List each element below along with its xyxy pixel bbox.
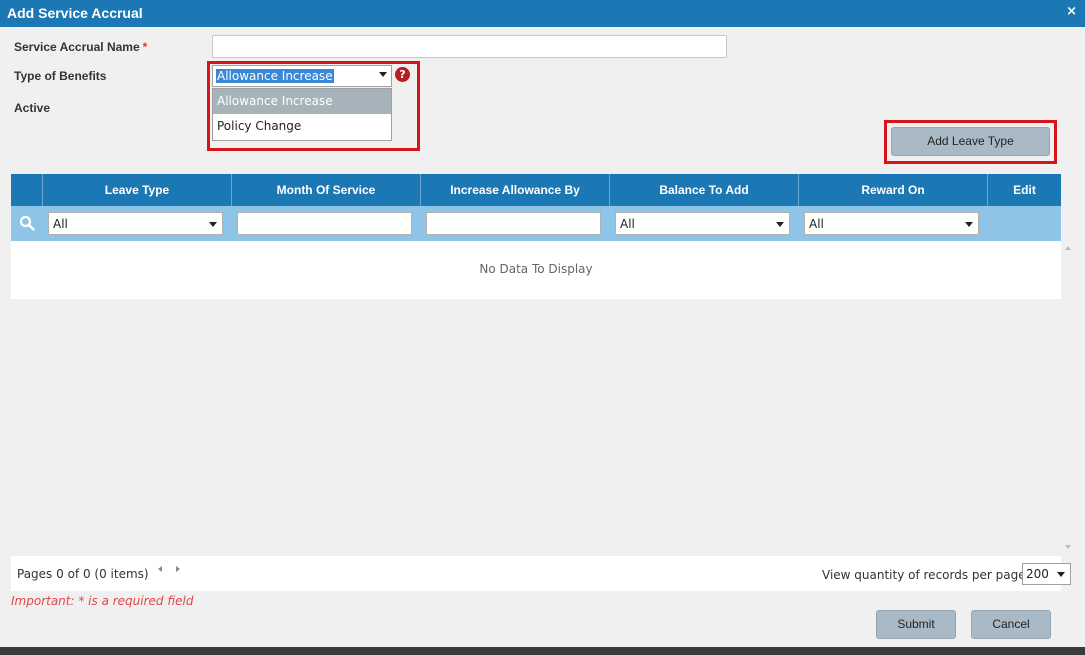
scroll-down-arrow-icon[interactable] xyxy=(1065,545,1071,549)
column-edit[interactable]: Edit xyxy=(987,174,1061,206)
grid-pager: Pages 0 of 0 (0 items) View quantity of … xyxy=(11,556,1071,591)
grid-header: Leave Type Month Of Service Increase All… xyxy=(11,174,1061,206)
no-data-message: No Data To Display xyxy=(479,262,593,276)
required-mark: * xyxy=(142,40,148,54)
records-per-page-select[interactable]: 200 xyxy=(1022,563,1071,585)
filter-balance-to-add-value: All xyxy=(620,217,635,231)
filter-leave-type-value: All xyxy=(53,217,68,231)
column-increase-allowance-by[interactable]: Increase Allowance By xyxy=(420,174,609,206)
filter-balance-to-add-select[interactable]: All xyxy=(615,212,790,235)
filter-reward-on-value: All xyxy=(809,217,824,231)
chevron-down-icon xyxy=(1057,572,1065,577)
add-button-highlight-box xyxy=(884,120,1057,164)
dialog-titlebar: Add Service Accrual × xyxy=(0,0,1085,27)
taskbar-strip xyxy=(0,647,1085,655)
column-leave-type[interactable]: Leave Type xyxy=(42,174,231,206)
leave-type-grid: Leave Type Month Of Service Increase All… xyxy=(11,174,1061,556)
grid-header-spacer xyxy=(11,174,42,206)
filter-leave-type-select[interactable]: All xyxy=(48,212,223,235)
required-field-note: Important: * is a required field xyxy=(11,594,194,608)
type-of-benefits-label: Type of Benefits xyxy=(14,69,107,83)
submit-button[interactable]: Submit xyxy=(876,610,956,639)
search-icon[interactable] xyxy=(19,215,35,231)
filter-month-of-service-input[interactable] xyxy=(237,212,412,235)
chevron-down-icon xyxy=(776,222,784,227)
dialog-title: Add Service Accrual xyxy=(7,5,143,21)
next-page-icon[interactable] xyxy=(176,566,180,572)
records-per-page-value: 200 xyxy=(1026,567,1049,581)
column-month-of-service[interactable]: Month Of Service xyxy=(231,174,420,206)
column-reward-on[interactable]: Reward On xyxy=(798,174,987,206)
scroll-up-arrow-icon[interactable] xyxy=(1065,246,1071,250)
filter-reward-on-select[interactable]: All xyxy=(804,212,979,235)
active-label: Active xyxy=(14,101,51,115)
select-highlight-box xyxy=(207,61,420,151)
close-icon[interactable]: × xyxy=(1066,4,1077,19)
prev-page-icon[interactable] xyxy=(158,566,162,572)
records-per-page-label: View quantity of records per page xyxy=(822,568,1026,582)
service-accrual-name-label: Service Accrual Name * xyxy=(14,40,148,54)
cancel-button[interactable]: Cancel xyxy=(971,610,1051,639)
grid-filter-row: All All All xyxy=(11,206,1061,241)
chevron-down-icon xyxy=(965,222,973,227)
service-accrual-name-input[interactable] xyxy=(212,35,727,58)
filter-increase-allowance-input[interactable] xyxy=(426,212,601,235)
column-balance-to-add[interactable]: Balance To Add xyxy=(609,174,798,206)
grid-empty-area xyxy=(11,299,1061,556)
chevron-down-icon xyxy=(209,222,217,227)
pager-info: Pages 0 of 0 (0 items) xyxy=(17,567,149,581)
